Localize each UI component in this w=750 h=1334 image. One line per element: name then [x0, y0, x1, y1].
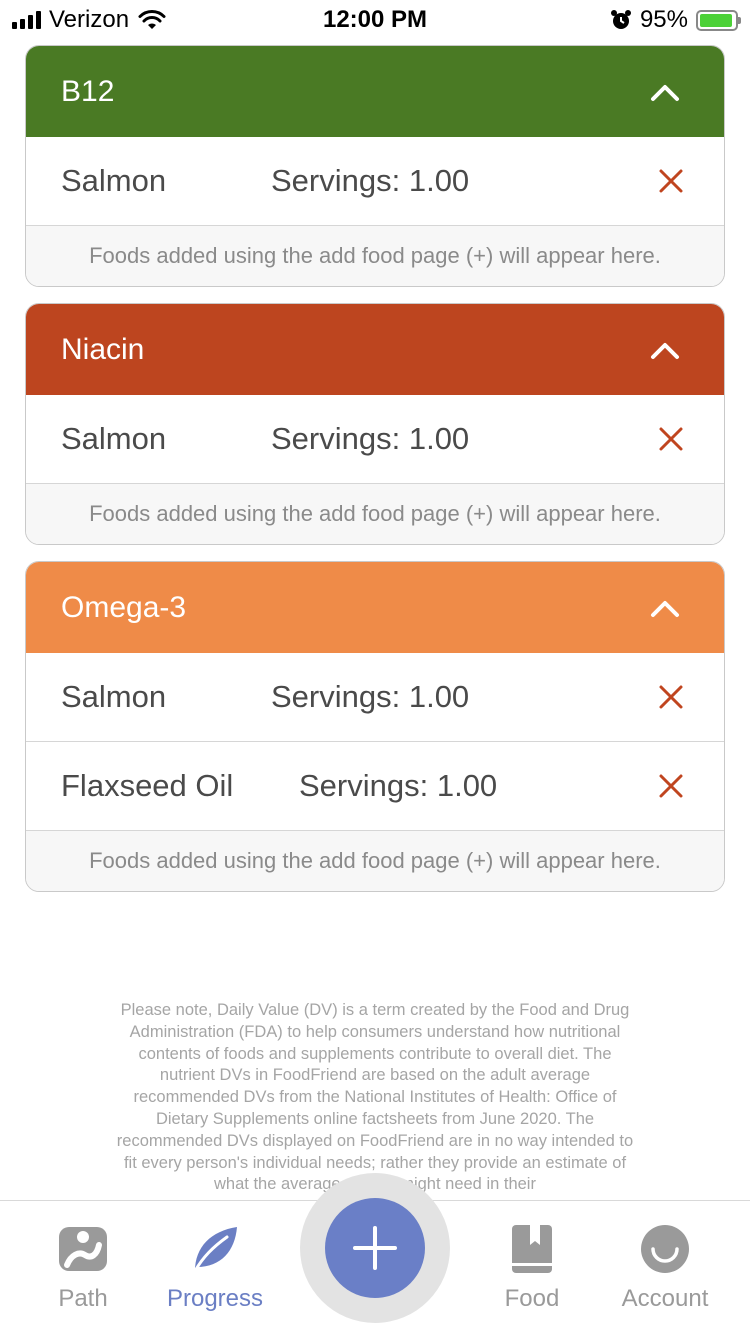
- path-icon: [59, 1227, 107, 1271]
- smiley-icon-wrap: [600, 1221, 730, 1277]
- status-bar: Verizon 12:00 PM 95%: [0, 0, 750, 40]
- nutrient-title: B12: [61, 74, 115, 108]
- leaf-icon: [193, 1227, 237, 1273]
- add-food-button[interactable]: [325, 1198, 425, 1298]
- status-left: Verizon: [12, 6, 272, 34]
- tab-path-label: Path: [58, 1285, 108, 1312]
- battery-fill: [700, 13, 733, 27]
- battery-percent: 95%: [639, 6, 688, 33]
- food-servings: Servings: 1.00: [271, 163, 470, 198]
- chevron-up-icon[interactable]: [650, 335, 680, 365]
- nutrient-title: Omega-3: [61, 590, 187, 624]
- wifi-icon: [138, 10, 166, 29]
- food-servings: Servings: 1.00: [299, 768, 498, 803]
- food-name: Flaxseed Oil: [61, 768, 234, 803]
- dv-disclaimer: Please note, Daily Value (DV) is a term …: [116, 1001, 634, 1194]
- status-right: 95%: [478, 6, 741, 34]
- leaf-icon-wrap: [150, 1221, 280, 1277]
- clock: 12:00 PM: [322, 6, 428, 33]
- nutrient-card-list: B12 Salmon Servings: 1.00 Foods added using…: [25, 45, 725, 908]
- food-name: Salmon: [61, 679, 167, 714]
- tab-account[interactable]: Account: [600, 1221, 730, 1313]
- nutrient-card-header[interactable]: Omega-3: [26, 562, 724, 653]
- tab-progress-label: Progress: [166, 1285, 264, 1312]
- book-icon-wrap: [467, 1221, 597, 1277]
- tab-food-label: Food: [504, 1285, 560, 1312]
- remove-food-icon[interactable]: [656, 682, 686, 712]
- remove-food-icon[interactable]: [656, 771, 686, 801]
- tab-food[interactable]: Food: [467, 1221, 597, 1313]
- nutrient-card-header[interactable]: Niacin: [26, 304, 724, 395]
- alarm-icon: [610, 10, 631, 29]
- tab-progress[interactable]: Progress: [150, 1221, 280, 1313]
- tab-path[interactable]: Path: [18, 1221, 148, 1313]
- food-row: Salmon Servings: 1.00: [26, 653, 724, 742]
- card-note: Foods added using the add food page (+) …: [26, 484, 724, 544]
- nutrient-card: B12 Salmon Servings: 1.00 Foods added using…: [25, 45, 725, 287]
- food-row: Salmon Servings: 1.00: [26, 395, 724, 484]
- smiley-icon: [641, 1225, 689, 1273]
- tab-account-label: Account: [621, 1285, 709, 1312]
- food-row: Flaxseed Oil Servings: 1.00: [26, 742, 724, 831]
- chevron-up-icon[interactable]: [650, 593, 680, 623]
- food-name: Salmon: [61, 163, 167, 198]
- signal-icon: [12, 11, 41, 29]
- battery-icon: [696, 9, 741, 31]
- carrier-label: Verizon: [49, 6, 130, 33]
- nutrient-card: Niacin Salmon Servings: 1.00 Foods added us…: [25, 303, 725, 545]
- chevron-up-icon[interactable]: [650, 77, 680, 107]
- nutrient-title: Niacin: [61, 332, 145, 366]
- food-row: Salmon Servings: 1.00: [26, 137, 724, 226]
- card-note: Foods added using the add food page (+) …: [26, 831, 724, 891]
- path-icon-wrap: [18, 1221, 148, 1277]
- nutrient-card: Omega-3 Salmon Servings: 1.00 Flaxseed Oil S…: [25, 561, 725, 892]
- book-icon: [512, 1225, 552, 1273]
- nutrient-card-header[interactable]: B12: [26, 46, 724, 137]
- add-food-ring: [300, 1173, 450, 1323]
- card-note: Foods added using the add food page (+) …: [26, 226, 724, 286]
- remove-food-icon[interactable]: [656, 166, 686, 196]
- remove-food-icon[interactable]: [656, 424, 686, 454]
- food-servings: Servings: 1.00: [271, 679, 470, 714]
- food-servings: Servings: 1.00: [271, 421, 470, 456]
- food-name: Salmon: [61, 421, 167, 456]
- plus-icon: [353, 1226, 397, 1270]
